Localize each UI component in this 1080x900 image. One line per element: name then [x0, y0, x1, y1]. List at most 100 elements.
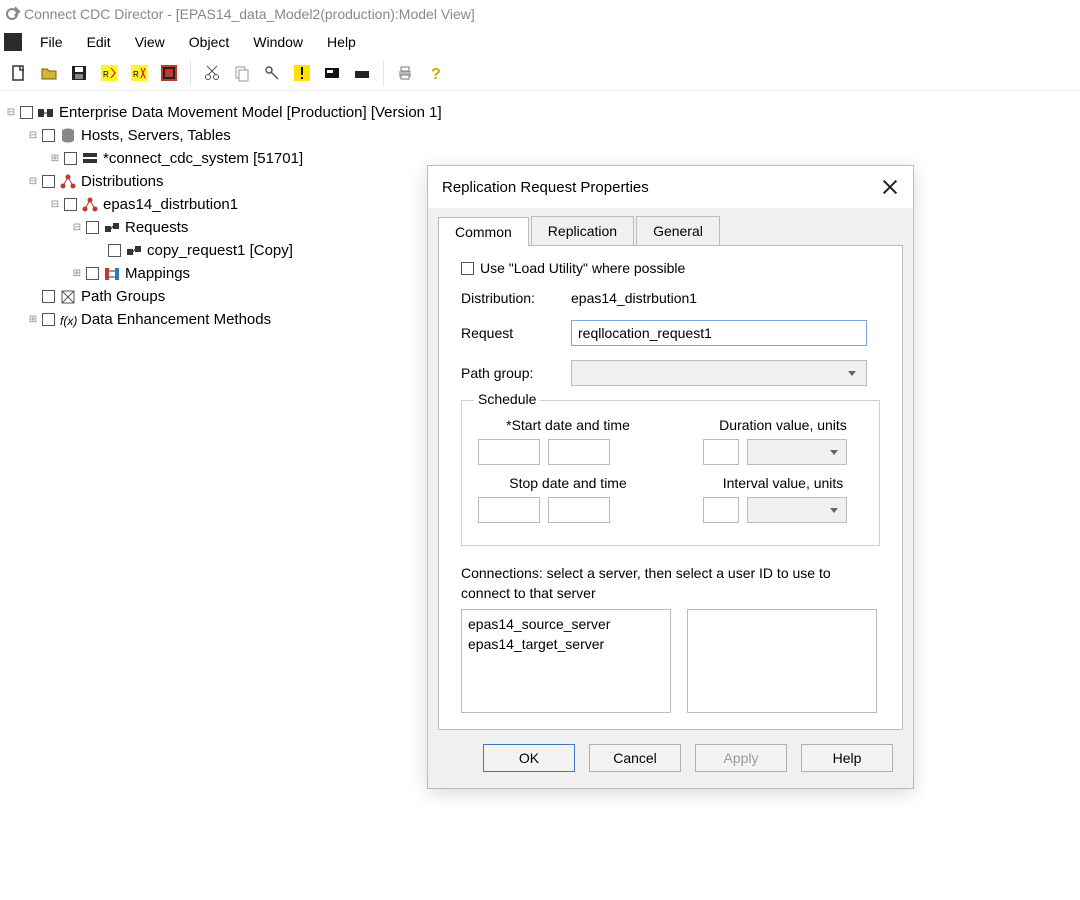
checkbox[interactable]: [64, 152, 77, 165]
dialog-titlebar: Replication Request Properties: [428, 166, 913, 208]
script-stop-icon[interactable]: R: [128, 62, 150, 84]
request-icon: [103, 219, 121, 237]
server-item[interactable]: epas14_source_server: [468, 614, 664, 634]
duration-value-input[interactable]: [703, 439, 739, 465]
apply-button[interactable]: Apply: [695, 744, 787, 772]
interval-units-dropdown[interactable]: [747, 497, 847, 523]
cut-icon[interactable]: [201, 62, 223, 84]
distribution-icon: [81, 196, 99, 214]
menu-view[interactable]: View: [123, 32, 177, 52]
dialog-title: Replication Request Properties: [442, 179, 649, 196]
new-icon[interactable]: [8, 62, 30, 84]
duration-label: Duration value, units: [703, 417, 863, 433]
use-load-utility-label: Use "Load Utility" where possible: [480, 260, 685, 276]
expand-icon[interactable]: ⊞: [70, 267, 84, 281]
tree-mappings-label: Mappings: [125, 262, 190, 285]
cancel-button[interactable]: Cancel: [589, 744, 681, 772]
help-button[interactable]: Help: [801, 744, 893, 772]
distribution-value: epas14_distrbution1: [571, 290, 697, 306]
svg-text:R: R: [133, 70, 139, 79]
checkbox[interactable]: [42, 175, 55, 188]
interval-value-input[interactable]: [703, 497, 739, 523]
tree-requests-label: Requests: [125, 216, 188, 239]
function-icon: f(x): [59, 311, 77, 329]
menu-file[interactable]: File: [28, 32, 75, 52]
key-icon[interactable]: [261, 62, 283, 84]
server-item[interactable]: epas14_target_server: [468, 634, 664, 654]
checkbox[interactable]: [42, 290, 55, 303]
checkbox[interactable]: [86, 221, 99, 234]
distribution-label: Distribution:: [461, 290, 571, 306]
alert-icon[interactable]: [291, 62, 313, 84]
svg-text:f(x): f(x): [60, 314, 77, 328]
svg-text:R: R: [103, 70, 109, 79]
duration-units-dropdown[interactable]: [747, 439, 847, 465]
tree-hosts[interactable]: ⊟ Hosts, Servers, Tables: [4, 124, 1076, 147]
interval-label: Interval value, units: [703, 475, 863, 491]
menu-edit[interactable]: Edit: [75, 32, 123, 52]
checkbox[interactable]: [108, 244, 121, 257]
start-date-input[interactable]: [478, 439, 540, 465]
checkbox[interactable]: [64, 198, 77, 211]
tab-general[interactable]: General: [636, 216, 720, 245]
tab-replication[interactable]: Replication: [531, 216, 634, 245]
schedule-legend: Schedule: [474, 391, 540, 407]
menu-help[interactable]: Help: [315, 32, 368, 52]
user-ids-listbox[interactable]: [687, 609, 877, 713]
path-group-dropdown[interactable]: [571, 360, 867, 386]
stop-time-input[interactable]: [548, 497, 610, 523]
disk-icon[interactable]: [321, 62, 343, 84]
dialog-tabs: Common Replication General: [428, 208, 913, 245]
texture-icon[interactable]: [158, 62, 180, 84]
tree-copy-request-label: copy_request1 [Copy]: [147, 239, 293, 262]
help-icon[interactable]: ?: [424, 62, 446, 84]
tab-page-common: Use "Load Utility" where possible Distri…: [438, 245, 903, 730]
start-time-input[interactable]: [548, 439, 610, 465]
use-load-utility-checkbox[interactable]: [461, 262, 474, 275]
servers-listbox[interactable]: epas14_source_server epas14_target_serve…: [461, 609, 671, 713]
collapse-icon[interactable]: ⊟: [4, 106, 18, 120]
window-title-bar: Connect CDC Director - [EPAS14_data_Mode…: [0, 0, 1080, 28]
checkbox[interactable]: [42, 313, 55, 326]
stop-date-input[interactable]: [478, 497, 540, 523]
print-icon[interactable]: [394, 62, 416, 84]
tree-hosts-label: Hosts, Servers, Tables: [81, 124, 231, 147]
tree-root[interactable]: ⊟ Enterprise Data Movement Model [Produc…: [4, 101, 1076, 124]
checkbox[interactable]: [86, 267, 99, 280]
tree-data-enhancement-label: Data Enhancement Methods: [81, 308, 271, 331]
connections-instruction: Connections: select a server, then selec…: [461, 564, 880, 603]
request-label: Request: [461, 325, 571, 341]
expand-icon[interactable]: ⊞: [48, 152, 62, 166]
menu-object[interactable]: Object: [177, 32, 241, 52]
tree-connect-system-label: *connect_cdc_system [51701]: [103, 147, 303, 170]
distribution-icon: [59, 173, 77, 191]
request-icon: [125, 242, 143, 260]
tab-common[interactable]: Common: [438, 217, 529, 246]
collapse-icon[interactable]: ⊟: [26, 129, 40, 143]
collapse-icon[interactable]: ⊟: [70, 221, 84, 235]
dialog-button-row: OK Cancel Apply Help: [428, 730, 913, 788]
menu-window[interactable]: Window: [241, 32, 315, 52]
copy-icon[interactable]: [231, 62, 253, 84]
close-icon[interactable]: [881, 178, 899, 196]
database-icon: [59, 127, 77, 145]
path-groups-icon: [59, 288, 77, 306]
path-group-label: Path group:: [461, 365, 571, 381]
save-icon[interactable]: [68, 62, 90, 84]
script-run-icon[interactable]: R: [98, 62, 120, 84]
tree-root-label: Enterprise Data Movement Model [Producti…: [59, 101, 442, 124]
ok-button[interactable]: OK: [483, 744, 575, 772]
expand-icon[interactable]: ⊞: [26, 313, 40, 327]
app-small-icon: [4, 33, 22, 51]
checkbox[interactable]: [20, 106, 33, 119]
collapse-icon[interactable]: ⊟: [26, 175, 40, 189]
schedule-group: Schedule *Start date and time Duration v…: [461, 400, 880, 546]
checkbox[interactable]: [42, 129, 55, 142]
open-icon[interactable]: [38, 62, 60, 84]
menu-bar: File Edit View Object Window Help: [0, 28, 1080, 55]
card-icon[interactable]: [351, 62, 373, 84]
collapse-icon[interactable]: ⊟: [48, 198, 62, 212]
toolbar: R R ?: [0, 55, 1080, 91]
request-input[interactable]: [571, 320, 867, 346]
start-label: *Start date and time: [478, 417, 658, 433]
